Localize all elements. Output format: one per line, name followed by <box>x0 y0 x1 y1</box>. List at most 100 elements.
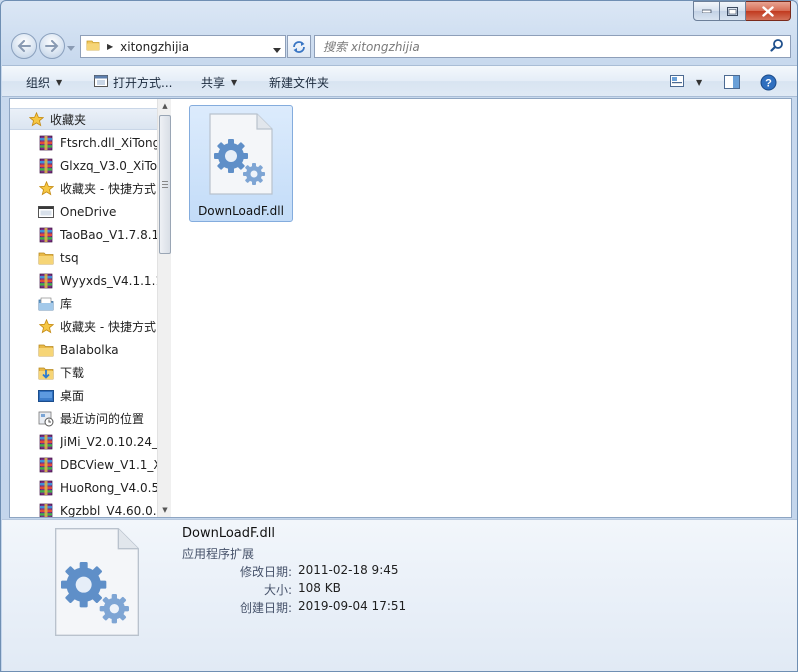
modified-value[interactable]: 2011-02-18 9:45 <box>298 563 399 577</box>
open-with-icon <box>94 74 108 90</box>
svg-text:?: ? <box>765 77 772 89</box>
maximize-icon <box>727 6 738 16</box>
address-bar[interactable]: ▶ xitongzhijia <box>80 35 286 58</box>
nav-item[interactable]: 下载 <box>10 361 157 384</box>
preview-pane-button[interactable] <box>724 73 740 91</box>
details-created-row: 创建日期: 2019-09-04 17:51 <box>182 599 482 617</box>
star-icon <box>28 111 44 127</box>
nav-favorites-header[interactable]: 收藏夹 <box>10 108 157 130</box>
nav-item[interactable]: DBCView_V1.1_X <box>10 453 157 476</box>
desktop-icon <box>38 388 54 404</box>
chevron-down-icon: ▼ <box>56 77 63 87</box>
nav-item-label: 收藏夹 - 快捷方式 <box>60 182 156 196</box>
organize-button[interactable]: 组织 ▼ <box>26 73 62 91</box>
details-file-name: DownLoadF.dll <box>182 526 276 541</box>
nav-item-label: Ftsrch.dll_XiTong <box>60 135 157 150</box>
caption-buttons <box>693 1 791 21</box>
file-item-downloadf-dll[interactable]: DownLoadF.dll <box>189 105 293 222</box>
nav-item-label: DBCView_V1.1_X <box>60 457 157 472</box>
nav-item-label: 下载 <box>60 366 85 380</box>
address-row: ▶ xitongzhijia <box>9 31 791 61</box>
share-label: 共享 <box>201 75 226 90</box>
nav-item[interactable]: HuoRong_V4.0.5 <box>10 476 157 499</box>
open-with-button[interactable]: 打开方式... <box>94 73 172 91</box>
download-folder-icon <box>38 365 54 381</box>
nav-item[interactable]: 最近访问的位置 <box>10 407 157 430</box>
recent-pages-dropdown[interactable] <box>67 41 77 51</box>
explorer-window: ▶ xitongzhijia 组织 ▼ 打开方式... 共享 ▼ <box>0 0 798 672</box>
folder-icon <box>86 38 100 55</box>
back-button[interactable] <box>11 33 37 59</box>
refresh-button[interactable] <box>287 35 311 58</box>
search-icon[interactable] <box>770 38 784 55</box>
scroll-thumb[interactable] <box>159 115 171 254</box>
nav-item[interactable]: 桌面 <box>10 384 157 407</box>
address-dropdown-icon[interactable] <box>273 43 281 57</box>
dll-gear-file-icon <box>46 526 148 641</box>
nav-favorites-label: 收藏夹 <box>50 112 87 127</box>
size-label: 大小: <box>263 583 292 597</box>
help-button[interactable]: ? <box>760 73 777 91</box>
chevron-down-icon: ▼ <box>231 77 238 87</box>
nav-item[interactable]: Ftsrch.dll_XiTong <box>10 131 157 154</box>
nav-item[interactable]: OneDrive <box>10 200 157 223</box>
content-area: 收藏夹 Ftsrch.dll_XiTong Glxzq_V3.0_XiTo 收藏夹 … <box>9 98 792 518</box>
command-bar: 组织 ▼ 打开方式... 共享 ▼ 新建文件夹 ▼ ? <box>2 65 797 97</box>
rar-archive-icon <box>38 503 54 517</box>
nav-item[interactable]: 收藏夹 - 快捷方式 <box>10 177 157 200</box>
scroll-down-icon[interactable]: ▼ <box>158 503 171 517</box>
recent-places-icon <box>38 411 54 427</box>
minimize-button[interactable] <box>693 1 720 21</box>
rar-archive-icon <box>38 135 54 151</box>
share-button[interactable]: 共享 ▼ <box>201 73 237 91</box>
back-arrow-icon <box>17 40 31 52</box>
nav-item-label: Glxzq_V3.0_XiTo <box>60 158 157 173</box>
details-modified-row: 修改日期: 2011-02-18 9:45 <box>182 563 482 581</box>
nav-scrollbar[interactable]: ▲ ▼ <box>157 99 171 517</box>
organize-label: 组织 <box>26 75 51 90</box>
view-icon <box>670 74 684 90</box>
details-size-row: 大小: 108 KB <box>182 581 482 599</box>
nav-item-label: OneDrive <box>60 204 117 219</box>
details-file-type: 应用程序扩展 <box>182 547 255 561</box>
preview-pane-icon <box>724 75 740 89</box>
maximize-button[interactable] <box>720 1 746 21</box>
navigation-pane[interactable]: 收藏夹 Ftsrch.dll_XiTong Glxzq_V3.0_XiTo 收藏夹 … <box>10 99 171 517</box>
nav-item[interactable]: 库 <box>10 292 157 315</box>
scroll-up-icon[interactable]: ▲ <box>158 99 171 113</box>
nav-item[interactable]: tsq <box>10 246 157 269</box>
nav-item-label: Balabolka <box>60 342 119 357</box>
change-view-button[interactable]: ▼ <box>670 73 702 91</box>
nav-item-label: 桌面 <box>60 389 85 403</box>
rar-archive-icon <box>38 457 54 473</box>
close-button[interactable] <box>746 1 791 21</box>
breadcrumb-current[interactable]: xitongzhijia <box>120 40 189 54</box>
minimize-icon <box>701 9 711 13</box>
search-input[interactable] <box>323 36 770 57</box>
nav-item[interactable]: Balabolka <box>10 338 157 361</box>
nav-item[interactable]: Kgzbbl_V4.60.0.5 <box>10 499 157 517</box>
nav-item[interactable]: Glxzq_V3.0_XiTo <box>10 154 157 177</box>
dll-gear-file-icon <box>207 112 275 199</box>
forward-button[interactable] <box>39 33 65 59</box>
nav-item-label: tsq <box>60 250 79 265</box>
refresh-icon <box>293 40 305 53</box>
modified-label: 修改日期: <box>239 565 292 579</box>
nav-item[interactable]: TaoBao_V1.7.8.1 <box>10 223 157 246</box>
nav-item-label: 库 <box>60 297 73 311</box>
nav-item[interactable]: 收藏夹 - 快捷方式 <box>10 315 157 338</box>
nav-item-label: 收藏夹 - 快捷方式 <box>60 320 156 334</box>
created-value[interactable]: 2019-09-04 17:51 <box>298 599 406 613</box>
chevron-down-icon[interactable]: ▼ <box>696 78 702 87</box>
breadcrumb-arrow-icon[interactable]: ▶ <box>107 42 113 51</box>
window-icon <box>38 204 54 220</box>
nav-item-label: JiMi_V2.0.10.24_ <box>60 434 157 449</box>
nav-item-label: Kgzbbl_V4.60.0.5 <box>60 503 157 518</box>
new-folder-button[interactable]: 新建文件夹 <box>269 73 329 91</box>
nav-item[interactable]: Wyyxds_V4.1.1.1 <box>10 269 157 292</box>
forward-arrow-icon <box>45 40 59 52</box>
nav-item[interactable]: JiMi_V2.0.10.24_ <box>10 430 157 453</box>
chevron-down-icon <box>67 46 75 51</box>
file-list[interactable]: DownLoadF.dll <box>173 99 791 517</box>
rar-archive-icon <box>38 434 54 450</box>
